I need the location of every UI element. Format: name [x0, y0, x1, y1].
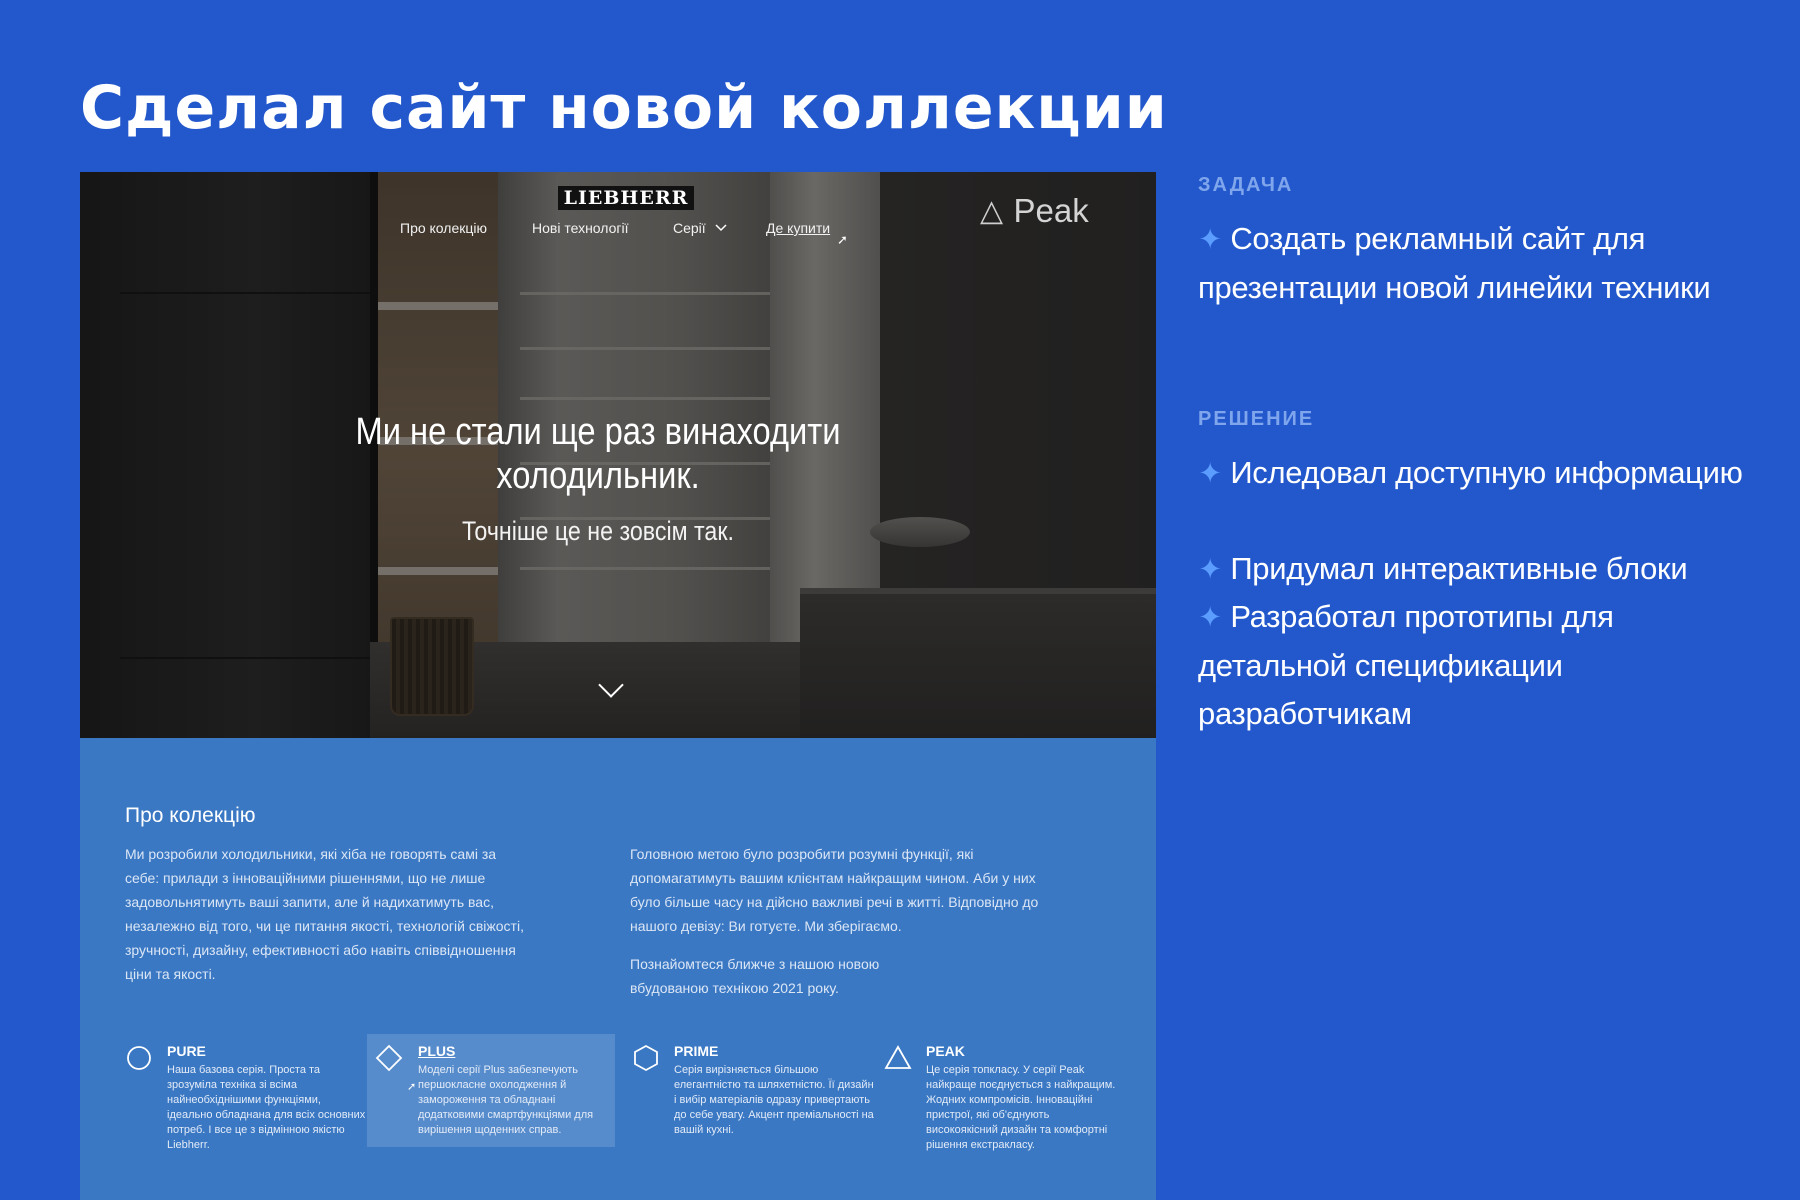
series-desc: Наша базова серія. Проста та зрозуміла т…	[167, 1064, 366, 1151]
nav-series-label: Серії	[673, 220, 706, 236]
circle-icon	[127, 1046, 151, 1070]
series-name: PRIME	[674, 1043, 719, 1059]
page-title: Сделал сайт новой коллекции	[80, 73, 1168, 143]
sparkle-icon: ✦	[1198, 554, 1222, 586]
about-text-right: Головною метою було розробити розумні фу…	[630, 846, 1039, 934]
about-text-left: Ми розробили холодильники, які хіба не г…	[125, 846, 524, 982]
cursor-icon: ➚	[837, 232, 848, 247]
hero-headline: Ми не стали ще раз винаходити холодильни…	[355, 411, 841, 497]
series-name: PLUS	[418, 1043, 456, 1059]
liebherr-logo[interactable]: LIEBHERR	[558, 186, 694, 210]
series-card-pure[interactable]: PURE Наша базова серія. Проста та зрозум…	[125, 1034, 373, 1151]
sparkle-icon: ✦	[1198, 458, 1222, 490]
nav-about[interactable]: Про колекцію	[400, 220, 487, 236]
solution-item-text: Придумал интерактивные блоки	[1230, 551, 1688, 586]
task-text-content: Создать рекламный сайт для презентации н…	[1198, 221, 1711, 305]
solution-item-text: Разработал прототипы для детальной специ…	[1198, 599, 1614, 731]
sparkle-icon: ✦	[1198, 224, 1222, 256]
website-preview: LIEBHERR Про колекцію Нові технології Се…	[80, 172, 1156, 1200]
series-card-plus[interactable]: PLUS Моделі серії Plus забезпечують перш…	[367, 1034, 615, 1147]
series-card-peak[interactable]: PEAK Це серія топкласу. У серії Peak най…	[884, 1034, 1132, 1151]
task-text: ✦ Создать рекламный сайт для презентации…	[1198, 215, 1758, 312]
triangle-icon: △	[980, 194, 1004, 228]
series-card-prime[interactable]: PRIME Серія вирізняється більшою елегант…	[632, 1034, 880, 1147]
sparkle-icon: ✦	[1198, 602, 1222, 634]
series-desc: Серія вирізняється більшою елегантністю …	[674, 1064, 874, 1136]
cursor-icon: ➚	[407, 1081, 417, 1093]
nav-technologies[interactable]: Нові технології	[532, 220, 629, 236]
solution-item: ✦ Придумал интерактивные блоки	[1198, 545, 1758, 594]
peak-brand: △ Peak	[980, 192, 1089, 230]
series-desc: Це серія топкласу. У серії Peak найкраще…	[926, 1064, 1116, 1151]
solution-label: РЕШЕНИЕ	[1198, 408, 1315, 430]
about-text-right-2: Познайомтеся ближче з нашою новою вбудов…	[630, 956, 880, 996]
diamond-icon	[375, 1044, 403, 1072]
series-desc: Моделі серії Plus забезпечують першоклас…	[418, 1064, 594, 1136]
nav-where-to-buy[interactable]: Де купити	[766, 220, 830, 236]
nav-series[interactable]: Серії	[673, 220, 728, 236]
solution-item-text: Иследовал доступную информацию	[1230, 455, 1743, 490]
chevron-down-icon	[715, 224, 727, 232]
triangle-icon	[884, 1045, 912, 1069]
solution-item: ✦ Иследовал доступную информацию	[1198, 449, 1758, 498]
series-name: PURE	[167, 1043, 206, 1059]
hero-subheadline: Точніше це не зовсім так.	[462, 516, 734, 546]
solution-item: ✦ Разработал прототипы для детальной спе…	[1198, 593, 1758, 738]
about-title: Про колекцію	[125, 804, 256, 827]
hero-section: LIEBHERR Про колекцію Нові технології Се…	[80, 172, 1156, 738]
about-section: Про колекцію Ми розробили холодильники, …	[80, 738, 1156, 1200]
hexagon-icon	[634, 1044, 658, 1072]
task-label: ЗАДАЧА	[1198, 174, 1294, 196]
series-name: PEAK	[926, 1043, 965, 1059]
brand-name: Peak	[1013, 192, 1089, 229]
